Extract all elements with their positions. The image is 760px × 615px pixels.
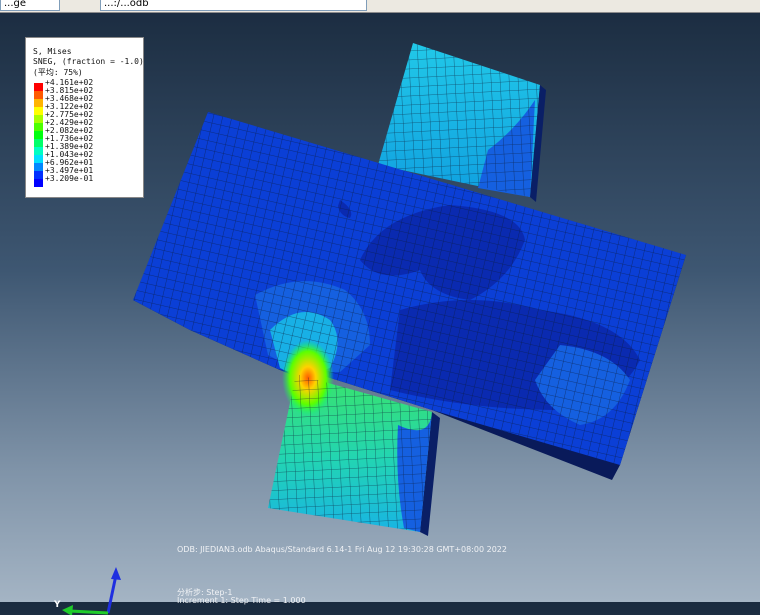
legend-swatch bbox=[34, 99, 43, 107]
legend-swatch bbox=[34, 155, 43, 163]
model-viewport[interactable]: S, Mises SNEG, (fraction = -1.0) (平均: 75… bbox=[0, 13, 760, 615]
legend-swatch bbox=[34, 115, 43, 123]
y-axis-arrow bbox=[69, 609, 109, 615]
legend-swatch bbox=[34, 83, 43, 91]
legend-swatch bbox=[34, 179, 43, 187]
toolbar-field-left[interactable]: ...ge bbox=[0, 0, 60, 11]
legend-value: +3.209e-01 bbox=[45, 174, 94, 183]
legend-subtitle: SNEG, (fraction = -1.0) bbox=[33, 57, 144, 66]
legend-swatch bbox=[34, 131, 43, 139]
legend-swatch bbox=[34, 123, 43, 131]
legend-swatch bbox=[34, 107, 43, 115]
toolbar: ...ge ...:/...odb bbox=[0, 0, 760, 13]
increment-info-line: Increment 1: Step Time = 1.000 bbox=[177, 596, 306, 605]
legend-swatch bbox=[34, 139, 43, 147]
legend-title: S, Mises bbox=[33, 47, 72, 56]
legend-average: (平均: 75%) bbox=[33, 68, 83, 77]
legend-swatch bbox=[34, 171, 43, 179]
stress-legend: S, Mises SNEG, (fraction = -1.0) (平均: 75… bbox=[25, 37, 144, 198]
legend-swatch bbox=[34, 91, 43, 99]
legend-swatch bbox=[34, 163, 43, 171]
axis-triad: Z Y bbox=[53, 567, 121, 615]
legend-swatch bbox=[34, 147, 43, 155]
z-axis-arrow bbox=[106, 574, 118, 614]
toolbar-odb-field[interactable]: ...:/...odb bbox=[100, 0, 367, 11]
odb-info-line: ODB: JIEDIAN3.odb Abaqus/Standard 6.14-1… bbox=[177, 545, 507, 554]
